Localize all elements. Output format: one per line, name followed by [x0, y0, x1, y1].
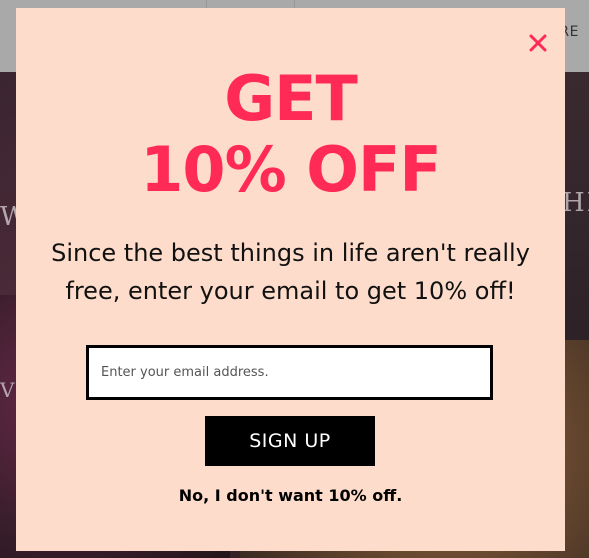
page: RE W V HI GET 10% OFF Since the best thi… [0, 0, 589, 558]
headline-line-1: GET [224, 62, 358, 135]
promo-description: Since the best things in life aren't rea… [51, 239, 530, 305]
decline-offer-link[interactable]: No, I don't want 10% off. [16, 486, 565, 505]
background-text: HI [562, 188, 589, 218]
background-text: V [0, 378, 17, 402]
close-button[interactable] [527, 32, 549, 54]
discount-modal: GET 10% OFF Since the best things in lif… [16, 8, 565, 551]
sign-up-button[interactable]: SIGN UP [205, 416, 375, 466]
close-icon [529, 34, 547, 52]
headline-line-2: 10% OFF [140, 133, 441, 206]
email-field[interactable] [86, 345, 493, 400]
